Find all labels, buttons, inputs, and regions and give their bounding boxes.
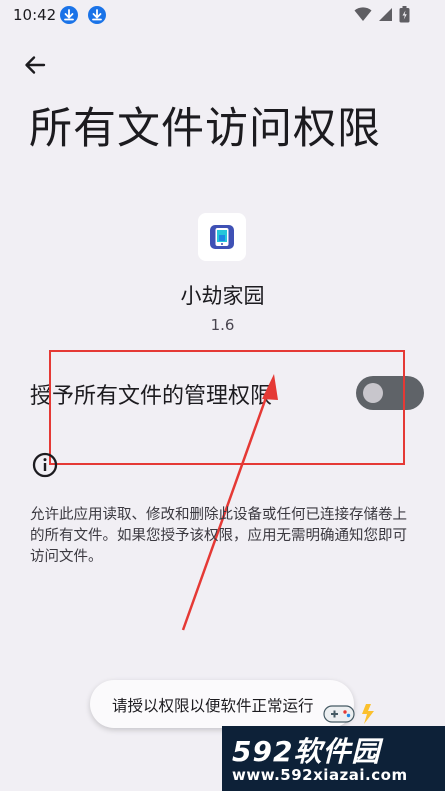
watermark-number: 592 [232,735,294,768]
status-bar: 10:42 [0,0,445,30]
gamepad-icon [323,704,374,724]
permission-description: 允许此应用读取、修改和删除此设备或任何已连接存储卷上的所有文件。如果您授予该权限… [30,507,407,565]
toast-text: 请授以权限以便软件正常运行 [112,697,314,715]
arrow-left-icon [25,56,46,74]
watermark-text: 软件园 [293,735,381,768]
watermark-logo: 592软件园 www.592xiazai.com [222,726,445,791]
download-icon [88,6,106,24]
app-name: 小劫家园 [180,284,265,308]
info-icon [32,452,58,478]
annotation-highlight-box [49,350,405,465]
download-icon [60,6,78,24]
watermark-url: www.592xiazai.com [232,766,408,784]
back-button[interactable] [20,50,50,80]
app-icon [198,213,246,261]
cellular-signal-icon [379,8,392,21]
page-title: 所有文件访问权限 [29,104,381,154]
wifi-icon [354,7,372,21]
app-version: 1.6 [210,316,235,334]
status-time: 10:42 [13,6,57,24]
toast-message: 请授以权限以便软件正常运行 [90,680,354,728]
battery-icon [399,6,410,23]
